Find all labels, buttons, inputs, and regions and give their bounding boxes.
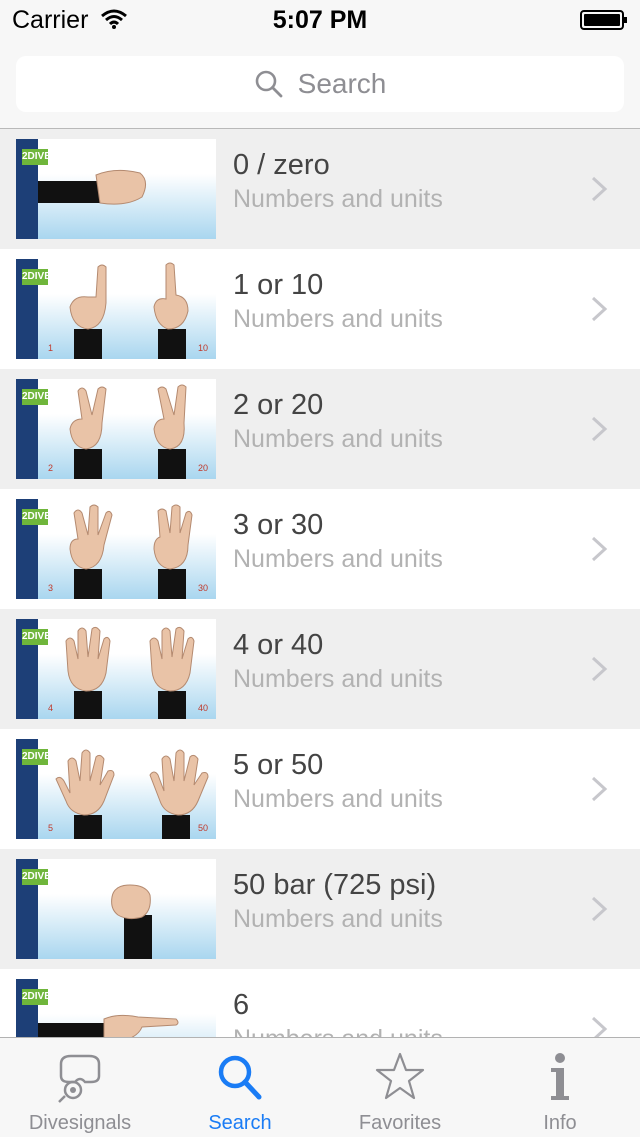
chevron-right-icon <box>591 1016 608 1037</box>
signal-list: 2DIVE 0 / zero Numbers and units 2DIVE 1… <box>0 129 640 1037</box>
tab-bar: Divesignals Search Favorites Info <box>0 1037 640 1137</box>
clock: 5:07 PM <box>272 6 368 34</box>
tab-info[interactable]: Info <box>480 1038 640 1137</box>
tab-label: Info <box>543 1112 577 1134</box>
list-item-title: 0 / zero <box>233 149 330 181</box>
status-bar: Carrier 5:07 PM <box>0 0 640 40</box>
list-item-subtitle: Numbers and units <box>233 665 443 693</box>
hand-signal-thumbnail: 2DIVE <box>16 979 216 1037</box>
tab-label: Favorites <box>358 1112 442 1134</box>
list-item[interactable]: 2DIVE 5 50 5 or 50 Numbers and units <box>0 729 640 849</box>
thumb-number-right: 40 <box>198 703 208 713</box>
hand-signal-thumbnail: 2DIVE <box>16 139 216 239</box>
chevron-right-icon <box>591 296 608 322</box>
list-item[interactable]: 2DIVE 1 10 1 or 10 Numbers and units <box>0 249 640 369</box>
list-item-title: 6 <box>233 989 250 1021</box>
chevron-right-icon <box>591 896 608 922</box>
list-item-title: 4 or 40 <box>233 629 324 661</box>
chevron-right-icon <box>591 176 608 202</box>
search-placeholder: Search <box>297 68 387 99</box>
info-icon <box>551 1053 569 1100</box>
hand-signal-thumbnail: 2DIVE 2 20 <box>16 379 216 479</box>
list-item[interactable]: 2DIVE 3 30 3 or 30 Numbers and units <box>0 489 640 609</box>
list-item[interactable]: 2DIVE 50 bar (725 psi) Numbers and units <box>0 849 640 969</box>
list-item-subtitle: Numbers and units <box>233 1025 443 1037</box>
search-icon <box>218 1055 262 1100</box>
list-item-title: 2 or 20 <box>233 389 324 421</box>
hand-signal-thumbnail: 2DIVE 1 10 <box>16 259 216 359</box>
list-item-title: 1 or 10 <box>233 269 324 301</box>
list-item-subtitle: Numbers and units <box>233 305 443 333</box>
list-item[interactable]: 2DIVE 4 40 4 or 40 Numbers and units <box>0 609 640 729</box>
hand-signal-thumbnail: 2DIVE <box>16 859 216 959</box>
thumb-number-left: 1 <box>48 343 53 353</box>
search-input[interactable]: Search <box>16 56 624 112</box>
list-item[interactable]: 2DIVE 6 Numbers and units <box>0 969 640 1037</box>
list-item-title: 5 or 50 <box>233 749 324 781</box>
list-item-subtitle: Numbers and units <box>233 905 443 933</box>
tab-search[interactable]: Search <box>160 1038 320 1137</box>
thumb-number-right: 30 <box>198 583 208 593</box>
hand-signal-thumbnail: 2DIVE 5 50 <box>16 739 216 839</box>
thumb-number-left: 3 <box>48 583 53 593</box>
thumb-number-left: 5 <box>48 823 53 833</box>
tab-label: Divesignals <box>28 1112 132 1134</box>
tab-divesignals[interactable]: Divesignals <box>0 1038 160 1137</box>
search-icon <box>255 70 283 98</box>
thumb-number-right: 20 <box>198 463 208 473</box>
diving-mask-icon <box>58 1054 101 1103</box>
tab-label: Search <box>208 1112 272 1134</box>
chevron-right-icon <box>591 776 608 802</box>
list-item-title: 50 bar (725 psi) <box>233 869 437 901</box>
star-icon <box>375 1052 425 1100</box>
search-bar: Search <box>0 40 640 129</box>
thumb-number-left: 2 <box>48 463 53 473</box>
thumb-number-left: 4 <box>48 703 53 713</box>
hand-signal-thumbnail: 2DIVE 4 40 <box>16 619 216 719</box>
list-item-subtitle: Numbers and units <box>233 545 443 573</box>
hand-signal-thumbnail: 2DIVE 3 30 <box>16 499 216 599</box>
list-item-subtitle: Numbers and units <box>233 425 443 453</box>
chevron-right-icon <box>591 536 608 562</box>
chevron-right-icon <box>591 656 608 682</box>
list-item[interactable]: 2DIVE 2 20 2 or 20 Numbers and units <box>0 369 640 489</box>
tab-favorites[interactable]: Favorites <box>320 1038 480 1137</box>
thumb-number-right: 50 <box>198 823 208 833</box>
list-item-subtitle: Numbers and units <box>233 185 443 213</box>
list-item-subtitle: Numbers and units <box>233 785 443 813</box>
list-item[interactable]: 2DIVE 0 / zero Numbers and units <box>0 129 640 249</box>
thumb-number-right: 10 <box>198 343 208 353</box>
battery-icon <box>580 10 627 30</box>
list-item-title: 3 or 30 <box>233 509 324 541</box>
chevron-right-icon <box>591 416 608 442</box>
